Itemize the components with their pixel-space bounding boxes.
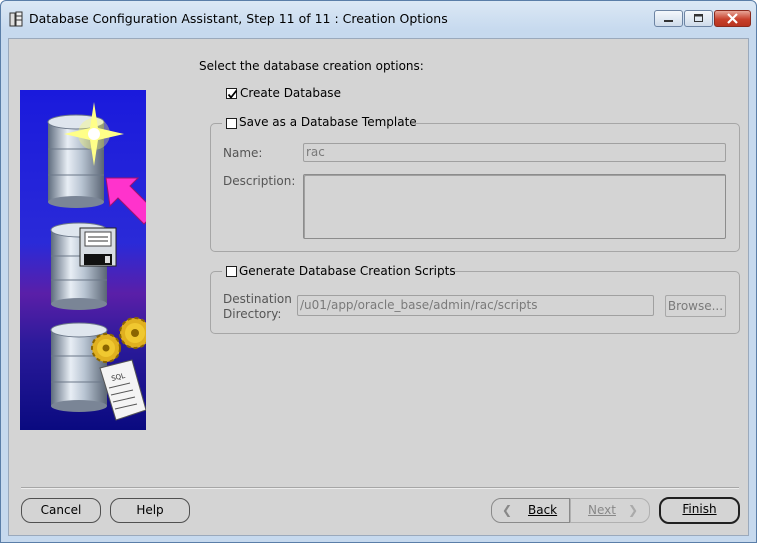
template-description-label: Description: <box>223 174 296 188</box>
floppy-disk-icon <box>79 227 117 267</box>
template-name-label: Name: <box>223 146 263 160</box>
window-title: Database Configuration Assistant, Step 1… <box>29 11 448 26</box>
dbca-window: Database Configuration Assistant, Step 1… <box>0 0 757 543</box>
checkmark-icon <box>227 89 238 99</box>
back-button[interactable]: ❮ Back <box>491 498 570 523</box>
bottom-separator <box>21 487 739 489</box>
minimize-icon <box>664 20 673 22</box>
save-template-checkbox[interactable] <box>226 118 237 129</box>
close-button[interactable] <box>714 10 751 27</box>
generate-scripts-label[interactable]: Generate Database Creation Scripts <box>239 264 456 278</box>
next-label: Next <box>588 503 616 517</box>
save-template-label[interactable]: Save as a Database Template <box>239 115 417 129</box>
create-database-checkbox[interactable] <box>226 88 238 99</box>
cancel-button[interactable]: Cancel <box>21 498 101 523</box>
help-button[interactable]: Help <box>110 498 190 523</box>
template-description-field[interactable] <box>303 174 726 239</box>
database-app-icon <box>9 11 23 27</box>
back-label: Back <box>528 503 558 517</box>
content-panel: SQL Select the database creation options… <box>8 38 749 536</box>
close-icon <box>727 13 738 24</box>
destination-directory-field[interactable]: /u01/app/oracle_base/admin/rac/scripts <box>297 295 654 316</box>
intro-text: Select the database creation options: <box>199 59 424 73</box>
next-button[interactable]: Next ❯ <box>570 498 650 523</box>
browse-button[interactable]: Browse... <box>665 295 726 317</box>
template-name-field[interactable]: rac <box>303 143 726 162</box>
finish-label: Finish <box>682 502 717 516</box>
maximize-button[interactable] <box>684 10 713 27</box>
destination-label-line2: Directory: <box>223 307 282 321</box>
finish-button[interactable]: Finish <box>659 497 740 524</box>
title-bar[interactable]: Database Configuration Assistant, Step 1… <box>1 1 756 37</box>
generate-scripts-checkbox[interactable] <box>226 266 237 277</box>
chevron-left-icon: ❮ <box>502 503 513 517</box>
create-database-label[interactable]: Create Database <box>240 86 341 100</box>
wizard-illustration: SQL <box>20 90 157 430</box>
maximize-icon <box>694 14 703 22</box>
destination-label-line1: Destination <box>223 292 292 306</box>
minimize-button[interactable] <box>654 10 683 27</box>
chevron-right-icon: ❯ <box>628 503 639 517</box>
